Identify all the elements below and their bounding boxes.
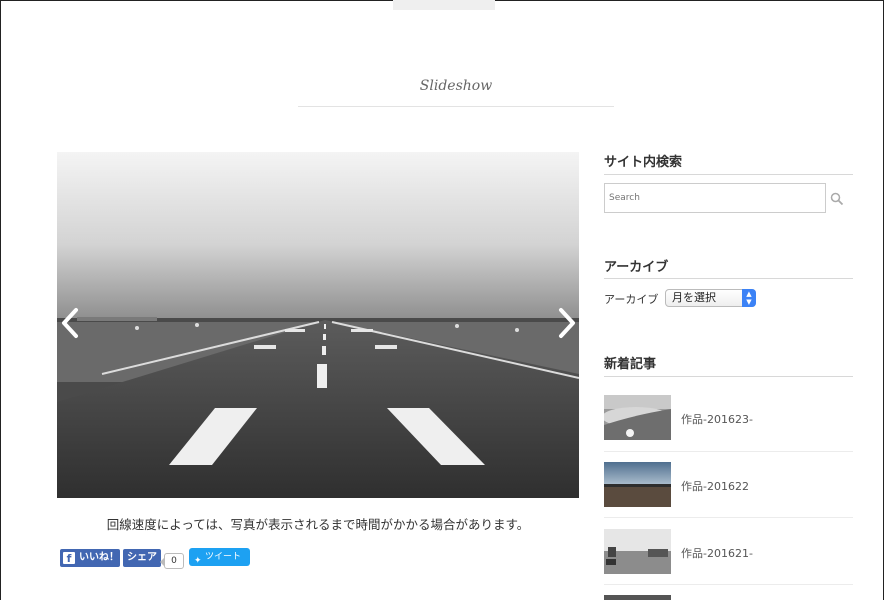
slideshow-image[interactable]	[57, 152, 579, 498]
post-thumbnail	[604, 595, 671, 600]
search-input[interactable]	[604, 183, 826, 213]
recent-post-item[interactable]: 作品-201622	[604, 462, 853, 520]
recent-post-item[interactable]: 作品-201621-	[604, 529, 853, 587]
recent-posts-title: 新着記事	[604, 357, 657, 372]
recent-post-item[interactable]	[604, 595, 853, 600]
facebook-share-label: シェア	[127, 552, 157, 563]
post-title: 作品-201622	[681, 480, 749, 493]
slideshow-prev-button[interactable]	[58, 306, 80, 340]
nav-tab[interactable]	[610, 0, 640, 10]
post-divider	[604, 451, 853, 452]
share-count-badge: 0	[160, 553, 184, 569]
page-title: Slideshow	[419, 78, 493, 94]
nav-tab[interactable]	[330, 0, 360, 10]
facebook-icon: f	[63, 552, 75, 565]
facebook-like-button[interactable]: f いいね！	[60, 549, 120, 567]
post-thumbnail	[604, 529, 671, 574]
nav-tab[interactable]	[240, 0, 270, 10]
widget-divider	[604, 174, 853, 175]
post-title: 作品-201623-	[681, 413, 753, 426]
post-title: 作品-201621-	[681, 547, 753, 560]
runway-photo	[57, 152, 579, 498]
chevron-left-icon	[62, 308, 78, 338]
slideshow-next-button[interactable]	[557, 306, 579, 340]
tweet-button[interactable]: ✦ ツイート	[189, 548, 250, 566]
post-thumbnail	[604, 395, 671, 440]
recent-post-item[interactable]: 作品-201623-	[604, 395, 853, 453]
nav-tab[interactable]	[152, 0, 182, 10]
nav-tab[interactable]	[520, 0, 550, 10]
archive-widget-title: アーカイブ	[604, 260, 669, 275]
facebook-share-button[interactable]: シェア	[123, 549, 161, 567]
select-stepper-icon: ▲ ▼	[742, 289, 756, 307]
widget-divider	[604, 278, 853, 279]
nav-tab[interactable]	[690, 0, 740, 10]
chevron-right-icon	[559, 308, 575, 338]
top-navigation	[0, 0, 884, 12]
nav-tab-active[interactable]	[393, 0, 495, 10]
archive-label: アーカイブ	[604, 293, 659, 306]
twitter-bird-icon: ✦	[194, 556, 202, 566]
post-divider	[604, 517, 853, 518]
slideshow-caption: 回線速度によっては、写真が表示されるまで時間がかかる場合があります。	[106, 517, 530, 532]
archive-month-select[interactable]: 月を選択 ▲ ▼	[665, 289, 756, 307]
title-divider	[298, 106, 614, 107]
post-divider	[604, 584, 853, 585]
archive-select-value: 月を選択	[672, 291, 716, 304]
facebook-like-label: いいね！	[79, 552, 119, 563]
widget-divider	[604, 376, 853, 377]
search-icon[interactable]	[830, 191, 844, 206]
search-widget-title: サイト内検索	[604, 155, 683, 170]
post-thumbnail	[604, 462, 671, 507]
tweet-label: ツイート	[205, 552, 242, 562]
